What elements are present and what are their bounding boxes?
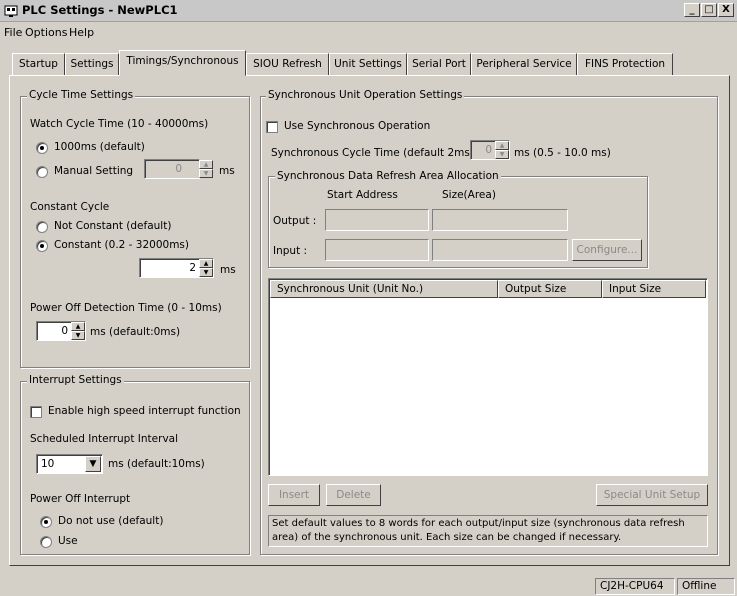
menu-bar: File Options Help [0, 23, 737, 43]
tab-siou-refresh[interactable]: SIOU Refresh [246, 53, 329, 75]
status-mode: Offline [677, 578, 735, 595]
tab-peripheral-service[interactable]: Peripheral Service [471, 53, 577, 75]
power-off-interrupt-label: Power Off Interrupt [30, 493, 131, 505]
size-area-header: Size(Area) [442, 189, 496, 201]
menu-file[interactable]: File [4, 26, 22, 39]
start-address-header: Start Address [327, 189, 398, 201]
tab-startup[interactable]: Startup [12, 53, 65, 75]
constant-label: Constant (0.2 - 32000ms) [54, 239, 189, 251]
manual-cycle-unit: ms [219, 165, 235, 177]
sync-note-text: Set default values to 8 words for each o… [268, 515, 708, 547]
sync-group-title: Synchronous Unit Operation Settings [266, 89, 465, 101]
power-off-detection-label: Power Off Detection Time (0 - 10ms) [30, 302, 222, 314]
do-not-use-radio[interactable] [40, 516, 52, 528]
sync-cycle-stepper[interactable]: ▲ ▼ [495, 141, 509, 159]
watch-default-radio[interactable] [36, 142, 48, 154]
use-sync-label: Use Synchronous Operation [284, 120, 431, 132]
scheduled-interval-unit: ms (default:10ms) [108, 458, 205, 470]
not-constant-label: Not Constant (default) [54, 220, 172, 232]
constant-radio[interactable] [36, 240, 48, 252]
manual-cycle-stepper[interactable]: ▲ ▼ [199, 160, 213, 178]
configure-button[interactable]: Configure... [572, 239, 642, 261]
maximize-button[interactable]: □ [701, 3, 717, 17]
sync-unit-list[interactable]: Synchronous Unit (Unit No.) Output Size … [268, 278, 708, 476]
high-speed-interrupt-label: Enable high speed interrupt function [48, 405, 241, 417]
output-size-field[interactable] [432, 209, 568, 231]
status-bar: CJ2H-CPU64 Offline [0, 576, 737, 596]
tab-settings[interactable]: Settings [65, 53, 119, 75]
use-label: Use [58, 535, 78, 547]
menu-options[interactable]: Options [25, 26, 67, 39]
tab-unit-settings[interactable]: Unit Settings [329, 53, 407, 75]
use-sync-checkbox[interactable] [266, 121, 278, 133]
refresh-area-title: Synchronous Data Refresh Area Allocation [275, 170, 501, 182]
column-output-size[interactable]: Output Size [498, 280, 602, 298]
constant-cycle-unit: ms [220, 264, 236, 276]
tab-fins-protection[interactable]: FINS Protection [577, 53, 673, 75]
close-button[interactable]: X [718, 3, 734, 17]
watch-manual-radio[interactable] [36, 166, 48, 178]
use-radio[interactable] [40, 536, 52, 548]
menu-help[interactable]: Help [69, 26, 94, 39]
manual-cycle-input[interactable]: 0 [144, 159, 200, 179]
do-not-use-label: Do not use (default) [58, 515, 164, 527]
title-bar[interactable]: PLC Settings - NewPLC1 _ □ X [0, 0, 737, 22]
tab-serial-port[interactable]: Serial Port [407, 53, 471, 75]
not-constant-radio[interactable] [36, 221, 48, 233]
column-sync-unit[interactable]: Synchronous Unit (Unit No.) [270, 280, 498, 298]
insert-button[interactable]: Insert [268, 484, 320, 506]
interrupt-group-title: Interrupt Settings [27, 374, 124, 386]
high-speed-interrupt-checkbox[interactable] [30, 406, 42, 418]
special-unit-setup-button[interactable]: Special Unit Setup [596, 484, 708, 506]
status-cpu-model: CJ2H-CPU64 [595, 578, 675, 595]
scheduled-interval-label: Scheduled Interrupt Interval [30, 433, 179, 445]
cycle-time-group-title: Cycle Time Settings [27, 89, 136, 101]
window-title: PLC Settings - NewPLC1 [22, 3, 178, 17]
sync-cycle-unit: ms (0.5 - 10.0 ms) [514, 147, 611, 159]
constant-cycle-label: Constant Cycle [30, 201, 110, 213]
input-label: Input : [273, 245, 308, 257]
column-input-size[interactable]: Input Size [602, 280, 706, 298]
watch-default-label: 1000ms (default) [54, 141, 145, 153]
output-label: Output : [273, 215, 317, 227]
watch-cycle-label: Watch Cycle Time (10 - 40000ms) [30, 118, 209, 130]
delete-button[interactable]: Delete [326, 484, 381, 506]
input-size-field[interactable] [432, 239, 568, 261]
input-start-address-field[interactable] [325, 239, 429, 261]
plc-app-icon [4, 5, 18, 17]
minimize-button[interactable]: _ [684, 3, 700, 17]
power-off-detection-unit: ms (default:0ms) [90, 326, 181, 338]
watch-manual-label: Manual Setting [54, 165, 134, 177]
sync-cycle-label: Synchronous Cycle Time (default 2ms) [271, 147, 474, 159]
constant-cycle-stepper[interactable]: ▲ ▼ [199, 259, 213, 277]
dropdown-arrow-icon[interactable]: ▼ [85, 456, 101, 472]
output-start-address-field[interactable] [325, 209, 429, 231]
power-off-detection-stepper[interactable]: ▲ ▼ [71, 322, 85, 340]
tab-timings-synchronous[interactable]: Timings/Synchronous [119, 50, 246, 76]
